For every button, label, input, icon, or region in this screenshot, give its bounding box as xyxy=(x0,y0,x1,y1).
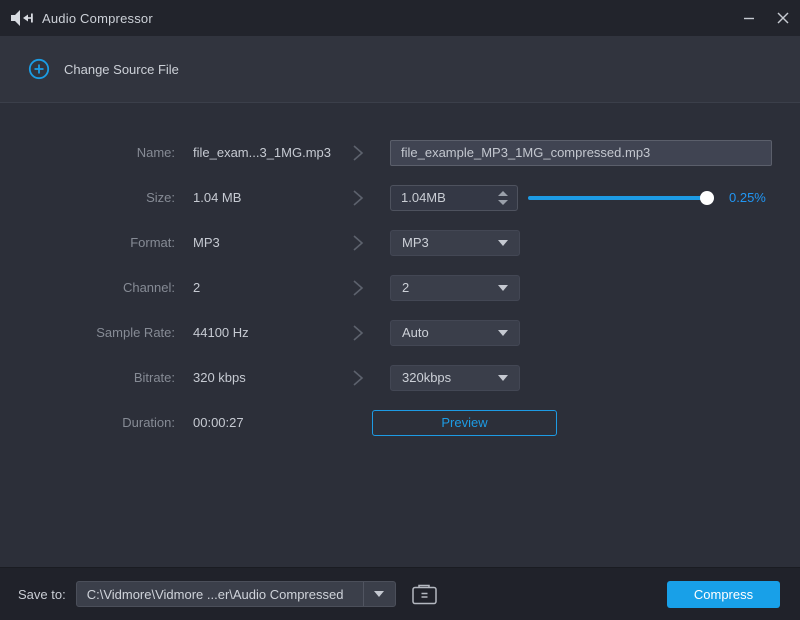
save-to-label: Save to: xyxy=(18,586,66,602)
slider-track[interactable] xyxy=(528,195,714,200)
chevron-down-icon xyxy=(374,591,385,597)
chevron-right-icon xyxy=(343,234,373,252)
folder-icon xyxy=(412,584,437,605)
bitrate-row: Bitrate: 320 kbps 320kbps xyxy=(0,355,800,400)
duration-label: Duration: xyxy=(122,415,175,430)
size-percent-label: 0.25% xyxy=(729,190,766,205)
window-title: Audio Compressor xyxy=(42,10,153,26)
chevron-right-icon xyxy=(343,369,373,387)
output-name-input[interactable] xyxy=(390,139,772,166)
sample-rate-row: Sample Rate: 44100 Hz Auto xyxy=(0,310,800,355)
source-header: Change Source File xyxy=(0,36,800,103)
browse-folder-button[interactable] xyxy=(410,580,440,608)
channel-source-value: 2 xyxy=(193,280,201,295)
spinner-down-icon[interactable] xyxy=(498,199,508,205)
format-dropdown-value: MP3 xyxy=(402,235,429,250)
close-icon xyxy=(777,12,789,24)
change-source-file-button[interactable] xyxy=(28,58,50,80)
size-source-value: 1.04 MB xyxy=(193,190,242,205)
size-input[interactable] xyxy=(391,190,479,205)
save-path-dropdown-button[interactable] xyxy=(364,582,395,606)
chevron-right-icon xyxy=(343,189,373,207)
title-bar: Audio Compressor xyxy=(0,0,800,36)
save-path-input[interactable] xyxy=(76,586,363,602)
spinner-up-icon[interactable] xyxy=(498,190,508,196)
chevron-down-icon xyxy=(498,329,508,336)
sample-rate-source-value: 44100 Hz xyxy=(193,325,249,340)
bitrate-dropdown-value: 320kbps xyxy=(402,370,452,385)
slider-handle[interactable] xyxy=(700,190,714,205)
channel-dropdown[interactable]: 2 xyxy=(390,274,520,301)
size-row: Size: 1.04 MB 0.25% xyxy=(0,175,800,220)
size-slider[interactable] xyxy=(528,190,714,205)
duration-row: Duration: 00:00:27 Preview xyxy=(0,400,800,445)
sample-rate-dropdown-value: Auto xyxy=(402,325,429,340)
channel-label: Channel: xyxy=(122,280,175,295)
chevron-down-icon xyxy=(498,284,508,291)
close-button[interactable] xyxy=(766,0,800,36)
change-source-file-label[interactable]: Change Source File xyxy=(64,62,179,77)
format-label: Format: xyxy=(130,235,175,250)
minimize-icon xyxy=(744,17,754,20)
plus-circle-icon xyxy=(28,58,50,80)
format-row: Format: MP3 MP3 xyxy=(0,220,800,265)
channel-dropdown-value: 2 xyxy=(402,280,410,295)
format-source-value: MP3 xyxy=(193,235,220,250)
speaker-compress-icon xyxy=(10,8,34,28)
chevron-down-icon xyxy=(498,239,508,246)
channel-row: Channel: 2 2 xyxy=(0,265,800,310)
chevron-right-icon xyxy=(343,279,373,297)
chevron-down-icon xyxy=(498,374,508,381)
duration-source-value: 00:00:27 xyxy=(193,415,244,430)
save-path-box xyxy=(75,581,396,607)
chevron-right-icon xyxy=(343,144,373,162)
sample-rate-dropdown[interactable]: Auto xyxy=(390,319,520,346)
bitrate-source-value: 320 kbps xyxy=(193,370,246,385)
name-source-value: file_exam...3_1MG.mp3 xyxy=(193,145,332,160)
chevron-right-icon xyxy=(343,324,373,342)
footer-bar: Save to: Compress xyxy=(0,567,800,620)
sample-rate-label: Sample Rate: xyxy=(96,325,175,340)
preview-button[interactable]: Preview xyxy=(372,409,557,436)
minimize-button[interactable] xyxy=(732,0,766,36)
size-label: Size: xyxy=(146,190,175,205)
name-label: Name: xyxy=(136,145,175,160)
compress-button[interactable]: Compress xyxy=(667,580,780,608)
size-spinner xyxy=(390,184,518,211)
name-row: Name: file_exam...3_1MG.mp3 xyxy=(0,130,800,175)
bitrate-label: Bitrate: xyxy=(133,370,175,385)
compressor-form: Name: file_exam...3_1MG.mp3 Size: 1.04 M… xyxy=(0,103,800,567)
format-dropdown[interactable]: MP3 xyxy=(390,229,520,256)
bitrate-dropdown[interactable]: 320kbps xyxy=(390,364,520,391)
audio-compressor-window: Audio Compressor Change Source File Name… xyxy=(0,0,800,620)
